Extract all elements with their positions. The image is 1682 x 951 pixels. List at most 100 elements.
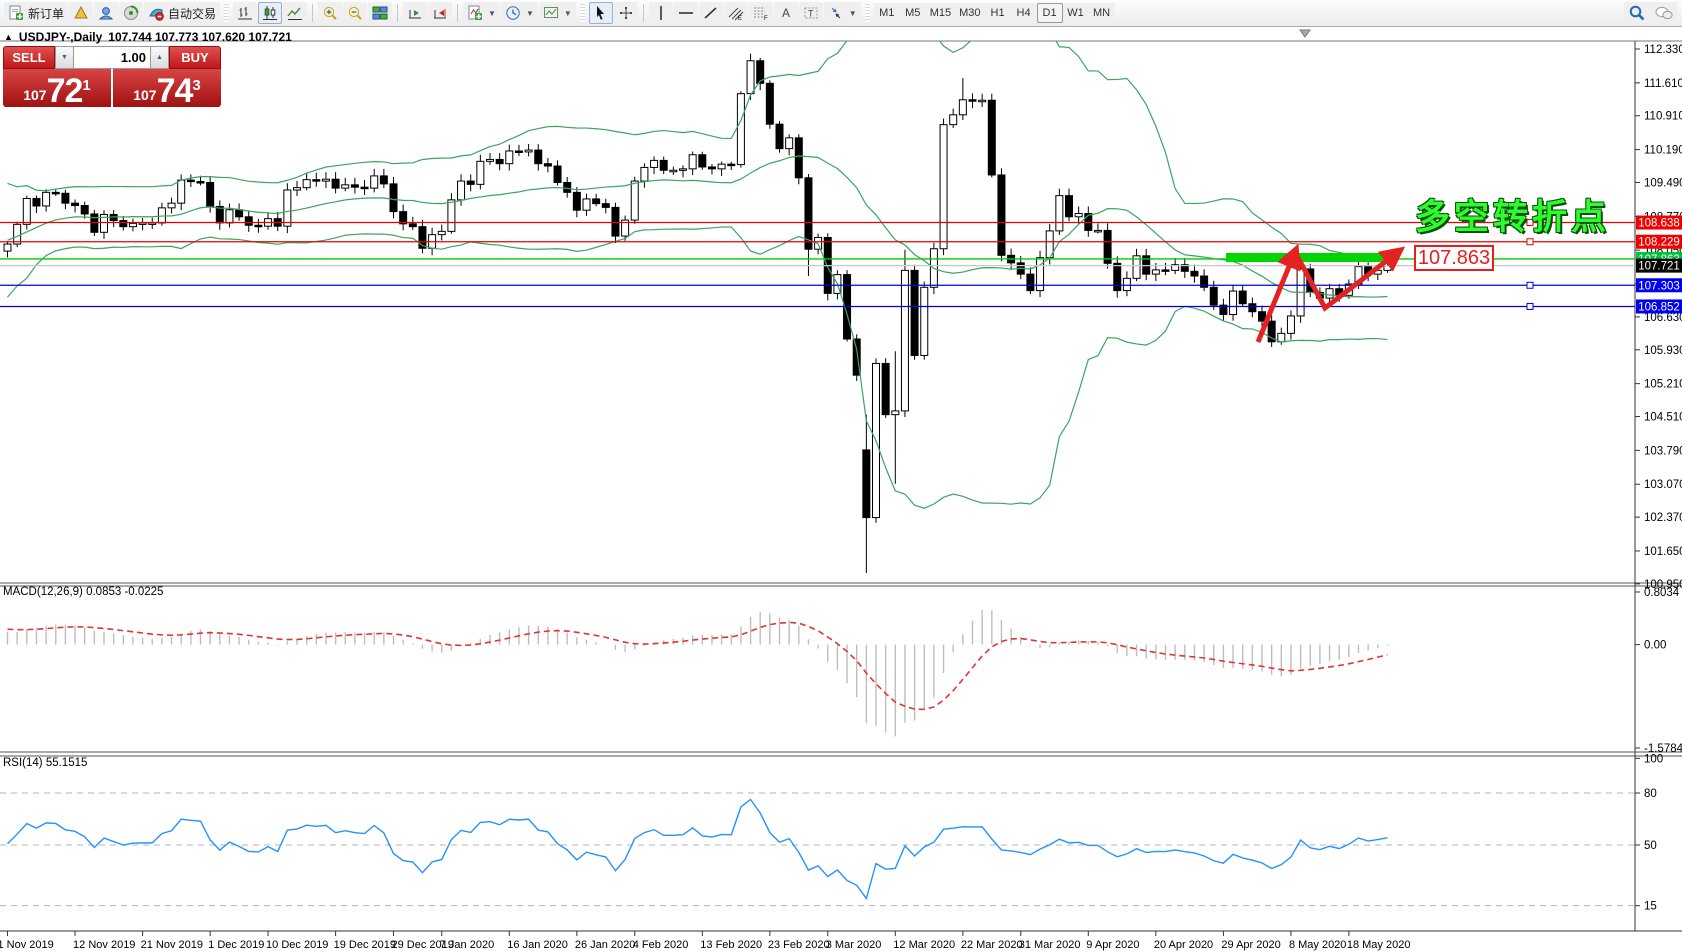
macd-indicator: [7, 610, 1388, 736]
svg-text:103.070: 103.070: [1644, 479, 1682, 491]
bid-price[interactable]: 107 72 1: [3, 69, 111, 107]
channel-tool-button[interactable]: E: [724, 2, 748, 24]
signals-button[interactable]: [119, 2, 143, 24]
tile-windows-button[interactable]: [368, 2, 392, 24]
new-order-label: 新订单: [28, 5, 64, 22]
volume-input[interactable]: [74, 46, 150, 69]
timeframe-m1-button[interactable]: M1: [874, 3, 900, 23]
spinner-down-icon: ▼: [61, 54, 68, 61]
cursor-icon: [593, 5, 609, 21]
new-order-button[interactable]: 新订单: [4, 2, 68, 24]
dropdown-arrow-icon: ▼: [564, 9, 572, 18]
line-chart-icon: [287, 5, 303, 21]
ask-figure: 107: [133, 84, 156, 106]
timeframe-m5-button[interactable]: M5: [900, 3, 926, 23]
sell-button[interactable]: SELL: [3, 46, 55, 69]
ask-point: 3: [192, 69, 200, 103]
volume-decrease-button[interactable]: ▼: [55, 46, 74, 69]
arrows-icon: [828, 5, 844, 21]
horizontal-line-icon: [678, 5, 694, 21]
candles-layer: [4, 54, 1391, 573]
timeframe-group: M1M5M15M30H1H4D1W1MN: [874, 3, 1115, 23]
line-handle[interactable]: [1527, 303, 1533, 309]
profiles-button[interactable]: [69, 2, 93, 24]
svg-text:108.229: 108.229: [1638, 237, 1680, 249]
horizontal-line-tool-button[interactable]: [674, 2, 698, 24]
svg-text:1 Nov 2019: 1 Nov 2019: [0, 939, 54, 951]
timeframe-m15-button[interactable]: M15: [926, 3, 955, 23]
svg-text:50: 50: [1644, 840, 1657, 852]
collapse-panel-arrow[interactable]: ▲: [4, 32, 13, 42]
support-zone-bar[interactable]: [1226, 253, 1392, 262]
toolbar-separator: [457, 4, 458, 22]
svg-text:0.00: 0.00: [1644, 640, 1666, 652]
crosshair-tool-button[interactable]: [614, 2, 638, 24]
bar-chart-icon: [237, 5, 253, 21]
svg-text:15: 15: [1644, 901, 1657, 913]
ask-price[interactable]: 107 74 3: [113, 69, 221, 107]
volume-increase-button[interactable]: ▲: [150, 46, 169, 69]
turning-point-annotation[interactable]: 多空转折点: [1415, 189, 1610, 240]
svg-text:8 May 2020: 8 May 2020: [1289, 939, 1346, 951]
community-button[interactable]: [94, 2, 118, 24]
search-button[interactable]: [1624, 2, 1650, 24]
periods-button[interactable]: ▼: [501, 2, 538, 24]
zoom-in-button[interactable]: [318, 2, 342, 24]
toolbar-separator: [312, 4, 313, 22]
cursor-tool-button[interactable]: [589, 2, 613, 24]
price-axis[interactable]: 112.330111.610110.910110.190109.490108.7…: [1635, 44, 1682, 591]
svg-text:19 Dec 2019: 19 Dec 2019: [334, 939, 396, 951]
periods-icon: [505, 5, 521, 21]
svg-text:4 Feb 2020: 4 Feb 2020: [633, 939, 689, 951]
time-axis[interactable]: 1 Nov 201912 Nov 201921 Nov 20191 Dec 20…: [0, 931, 1410, 951]
vertical-line-tool-button[interactable]: [649, 2, 673, 24]
timeframe-m30-button[interactable]: M30: [955, 3, 984, 23]
svg-text:0.8034: 0.8034: [1644, 587, 1680, 599]
timeframe-h4-button[interactable]: H4: [1011, 3, 1037, 23]
chart-shift-button[interactable]: [428, 2, 452, 24]
bar-chart-button[interactable]: [233, 2, 257, 24]
profiles-icon: [73, 5, 89, 21]
arrows-tool-button[interactable]: ▼: [824, 2, 861, 24]
svg-text:107.721: 107.721: [1638, 261, 1680, 273]
svg-text:107.303: 107.303: [1638, 280, 1680, 292]
bid-pips: 72: [47, 76, 83, 106]
chart-shift-marker[interactable]: [1300, 30, 1310, 37]
svg-text:111.610: 111.610: [1644, 78, 1682, 90]
svg-text:7 Jan 2020: 7 Jan 2020: [440, 939, 494, 951]
timeframe-d1-button[interactable]: D1: [1037, 3, 1063, 23]
autotrading-label: 自动交易: [168, 5, 216, 22]
fibonacci-tool-button[interactable]: F: [749, 2, 773, 24]
timeframe-h1-button[interactable]: H1: [985, 3, 1011, 23]
macd-label: MACD(12,26,9) 0.0853 -0.0225: [3, 586, 163, 598]
autotrading-button[interactable]: 自动交易: [144, 2, 220, 24]
symbol-period-label: USDJPY-,Daily: [19, 30, 102, 44]
svg-text:101.650: 101.650: [1644, 546, 1682, 558]
price-annotation-box[interactable]: 107.863: [1414, 245, 1494, 271]
label-tool-button[interactable]: T: [799, 2, 823, 24]
candlestick-chart-button[interactable]: [258, 2, 282, 24]
text-icon: A: [778, 5, 794, 21]
axis-badges: 108.638108.229107.863107.721107.303106.8…: [1636, 216, 1682, 314]
candlestick-chart-icon: [262, 5, 278, 21]
timeframe-w1-button[interactable]: W1: [1063, 3, 1089, 23]
line-chart-button[interactable]: [283, 2, 307, 24]
svg-text:9 Apr 2020: 9 Apr 2020: [1086, 939, 1139, 951]
chart-canvas[interactable]: 112.330111.610110.910110.190109.490108.7…: [0, 0, 1682, 951]
rsi-indicator: [0, 793, 1635, 906]
text-tool-button[interactable]: A: [774, 2, 798, 24]
dropdown-arrow-icon: ▼: [849, 9, 857, 18]
indicators-button[interactable]: ▼: [463, 2, 500, 24]
trendline-tool-button[interactable]: [699, 2, 723, 24]
chat-button[interactable]: [1650, 2, 1678, 24]
ohlc-values: 107.744 107.773 107.620 107.721: [108, 30, 292, 44]
line-handle[interactable]: [1527, 282, 1533, 288]
auto-scroll-button[interactable]: [403, 2, 427, 24]
timeframe-mn-button[interactable]: MN: [1089, 3, 1115, 23]
zoom-in-icon: [322, 5, 338, 21]
templates-button[interactable]: ▼: [539, 2, 576, 24]
zoom-out-button[interactable]: [343, 2, 367, 24]
svg-text:12 Nov 2019: 12 Nov 2019: [73, 939, 135, 951]
crosshair-icon: [618, 5, 634, 21]
buy-button[interactable]: BUY: [169, 46, 221, 69]
